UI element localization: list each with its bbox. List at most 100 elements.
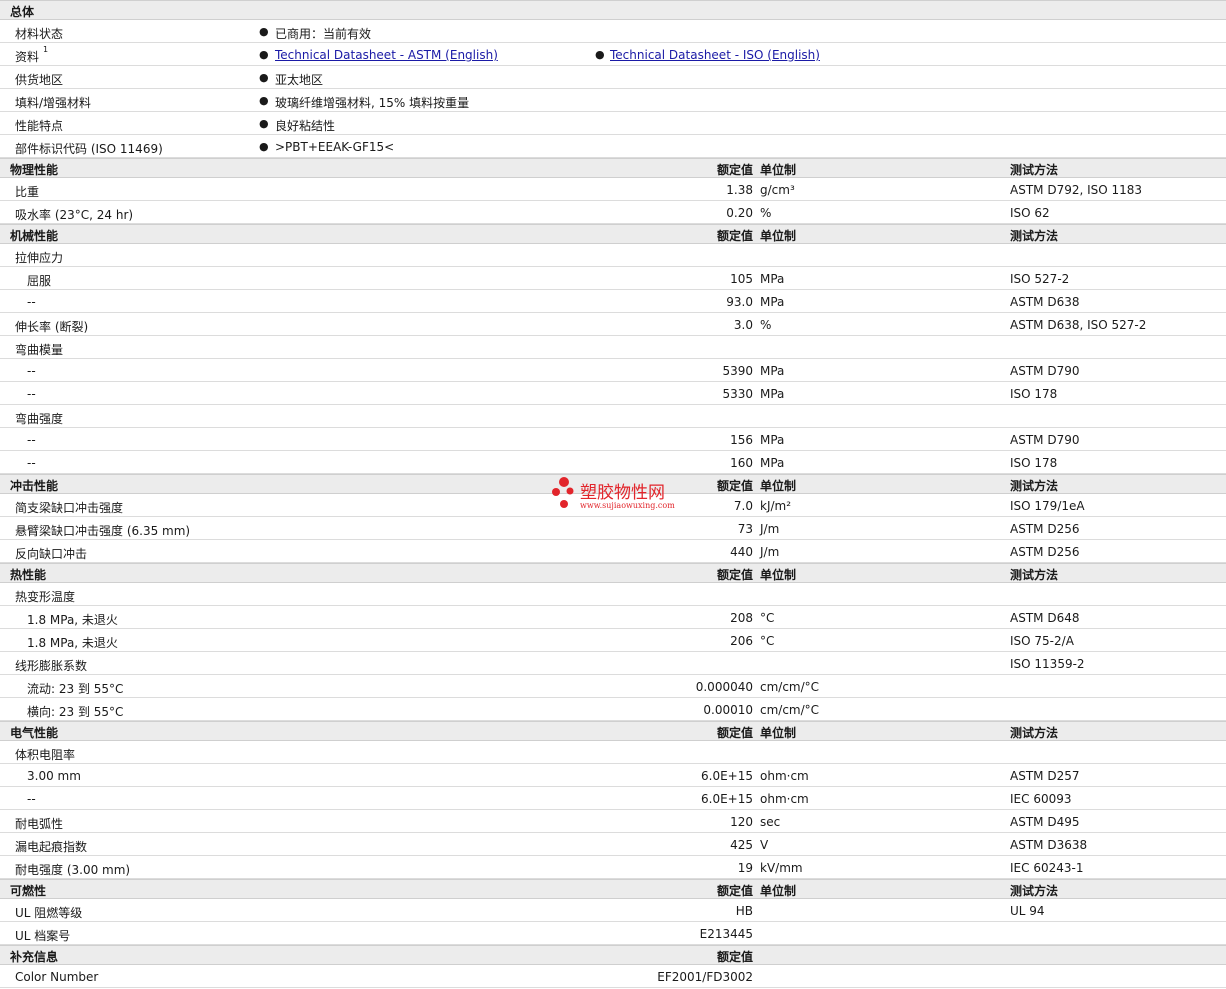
test-method: ASTM D790: [1010, 433, 1080, 447]
watermark-name: 塑胶物性网: [580, 483, 665, 503]
column-header-method: 测试方法: [1010, 884, 1059, 898]
property-label: 横向: 23 到 55°C: [27, 705, 124, 719]
column-header-value: 额定值: [716, 479, 753, 493]
general-row: 材料状态 ● 已商用：当前有效: [0, 20, 1226, 43]
property-value: >PBT+EEAK-GF15<: [275, 140, 395, 154]
test-method: ASTM D638: [1010, 295, 1080, 309]
property-unit: MPa: [760, 272, 785, 286]
property-row: 伸长率 (断裂) 3.0% ASTM D638, ISO 527-2: [0, 313, 1226, 336]
section-title: 补充信息: [10, 950, 59, 964]
property-row: 弯曲模量: [0, 336, 1226, 359]
bullet-icon: ●: [595, 48, 605, 61]
property-row: 比重 1.38 g/cm³ ASTM D792, ISO 1183: [0, 178, 1226, 201]
test-method: ISO 62: [1010, 206, 1050, 220]
test-method: ISO 527-2: [1010, 272, 1070, 286]
property-value: 1.38: [726, 183, 753, 197]
property-label: 简支梁缺口冲击强度: [15, 501, 124, 515]
property-value: 425: [730, 838, 753, 852]
bullet-icon: ●: [259, 94, 269, 107]
property-label: 填料/增强材料: [15, 96, 92, 110]
section-title: 冲击性能: [10, 479, 59, 493]
bullet-icon: ●: [259, 48, 269, 61]
property-row: 流动: 23 到 55°C 0.000040 cm/cm/°C: [0, 675, 1226, 698]
general-row: 部件标识代码 (ISO 11469) ● >PBT+EEAK-GF15<: [0, 135, 1226, 158]
property-unit: ohm·cm: [760, 792, 809, 806]
property-row: UL 阻燃等级 HB UL 94: [0, 899, 1226, 922]
property-unit: °C: [760, 634, 775, 648]
section-title: 可燃性: [10, 884, 47, 898]
test-method: ISO 179/1eA: [1010, 499, 1085, 513]
property-row: 横向: 23 到 55°C 0.00010 cm/cm/°C: [0, 698, 1226, 721]
watermark-logo: 塑胶物性网 www.sujiaowuxing.com: [548, 476, 698, 512]
property-label: 反向缺口冲击: [15, 547, 88, 561]
bullet-icon: ●: [259, 117, 269, 130]
datasheet-link-astm[interactable]: Technical Datasheet - ASTM (English): [275, 48, 498, 62]
column-header-value: 额定值: [716, 884, 753, 898]
property-value: 已商用：当前有效: [275, 27, 372, 41]
footnote-marker: 1: [43, 45, 49, 54]
property-value: 156: [730, 433, 753, 447]
property-label: 材料状态: [15, 27, 64, 41]
property-row: -- 156 MPa ASTM D790: [0, 428, 1226, 451]
property-label: 性能特点: [15, 119, 64, 133]
property-row: 漏电起痕指数 425 V ASTM D3638: [0, 833, 1226, 856]
section-title: 总体: [10, 5, 35, 19]
property-label: 伸长率 (断裂): [15, 320, 89, 334]
property-value: 73: [737, 522, 753, 536]
test-method: IEC 60243-1: [1010, 861, 1084, 875]
property-row: -- 5390 MPa ASTM D790: [0, 359, 1226, 382]
property-row: 屈服 105 MPa ISO 527-2: [0, 267, 1226, 290]
property-label: 漏电起痕指数: [15, 840, 88, 854]
property-row: 反向缺口冲击 440 J/m ASTM D256: [0, 540, 1226, 563]
property-unit: kV/mm: [760, 861, 803, 875]
property-label: --: [27, 792, 36, 806]
property-row: 体积电阻率: [0, 741, 1226, 764]
test-method: IEC 60093: [1010, 792, 1072, 806]
property-label: 吸水率 (23°C, 24 hr): [15, 208, 134, 222]
property-label: UL 阻燃等级: [15, 906, 83, 920]
section-header: 可燃性 额定值 单位制 测试方法: [0, 879, 1226, 899]
property-label: 资料: [15, 50, 40, 64]
test-method: ASTM D790: [1010, 364, 1080, 378]
property-label: Color Number: [15, 970, 99, 984]
bullet-icon: ●: [259, 71, 269, 84]
property-row: 耐电强度 (3.00 mm) 19 kV/mm IEC 60243-1: [0, 856, 1226, 879]
section-title: 物理性能: [10, 163, 59, 177]
test-method: ASTM D638, ISO 527-2: [1010, 318, 1147, 332]
property-label-with-note: 资料1: [15, 45, 49, 65]
property-label: --: [27, 456, 36, 470]
property-value: 105: [730, 272, 753, 286]
general-row: 性能特点 ● 良好粘结性: [0, 112, 1226, 135]
property-row: 热变形温度: [0, 583, 1226, 606]
property-unit: MPa: [760, 433, 785, 447]
section-header: 补充信息 额定值: [0, 945, 1226, 965]
property-value: 3.0: [733, 318, 753, 332]
property-label: 耐电弧性: [15, 817, 64, 831]
test-method: ISO 178: [1010, 456, 1058, 470]
property-value: 19: [737, 861, 753, 875]
property-label: --: [27, 364, 36, 378]
property-value: 93.0: [726, 295, 753, 309]
property-unit: V: [760, 838, 769, 852]
property-label: 3.00 mm: [27, 769, 81, 783]
property-value: 玻璃纤维增强材料, 15% 填料按重量: [275, 96, 470, 110]
column-header-unit: 单位制: [760, 479, 797, 493]
test-method: ASTM D256: [1010, 545, 1080, 559]
general-row: 供货地区 ● 亚太地区: [0, 66, 1226, 89]
property-unit: g/cm³: [760, 183, 795, 197]
property-unit: sec: [760, 815, 781, 829]
property-row: 拉伸应力: [0, 244, 1226, 267]
property-unit: J/m: [760, 545, 780, 559]
property-unit: MPa: [760, 295, 785, 309]
column-header-value: 额定值: [716, 726, 753, 740]
property-label: 1.8 MPa, 未退火: [27, 613, 118, 627]
section-header-general: 总体: [0, 0, 1226, 20]
column-header-value: 额定值: [716, 568, 753, 582]
test-method: ASTM D3638: [1010, 838, 1088, 852]
property-label: 体积电阻率: [15, 748, 76, 762]
property-row: 线形膨胀系数 ISO 11359-2: [0, 652, 1226, 675]
datasheet-link-iso[interactable]: Technical Datasheet - ISO (English): [610, 48, 820, 62]
property-unit: ohm·cm: [760, 769, 809, 783]
column-header-value: 额定值: [716, 950, 753, 964]
column-header-method: 测试方法: [1010, 568, 1059, 582]
